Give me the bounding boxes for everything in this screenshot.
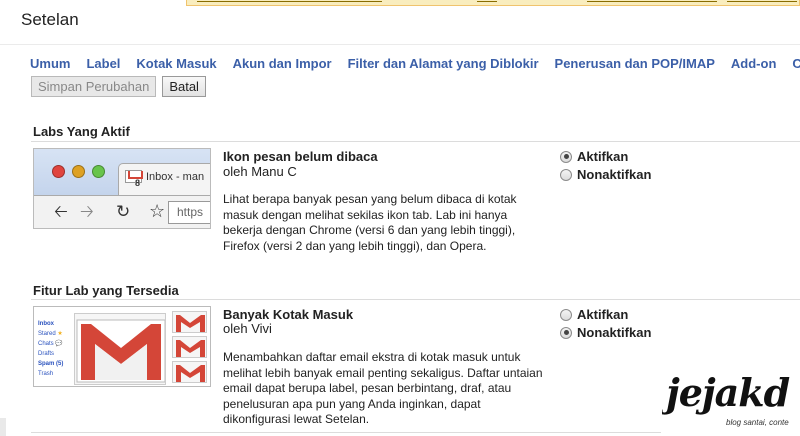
radio-button[interactable] [560, 308, 572, 321]
url-box: https [168, 201, 210, 224]
lab-title-multiple-inboxes: Banyak Kotak Masuk [223, 307, 354, 322]
tab-label[interactable]: Label [86, 56, 120, 71]
sidebar-item-trash: Trash [38, 371, 54, 377]
active-labs-heading: Labs Yang Aktif [33, 124, 130, 139]
back-arrow-icon: 🡠 [54, 202, 68, 221]
action-buttons: Simpan Perubahan Batal [31, 76, 206, 97]
browser-tab-label: Inbox - man [146, 171, 205, 183]
tab-add-on[interactable]: Add-on [731, 56, 776, 71]
reload-icon: ↻ [116, 202, 131, 221]
sidebar-item-chats: Chats 💬 [38, 341, 63, 347]
unread-count-badge: 8 [135, 178, 141, 188]
chat-bubble-icon: 💬 [55, 341, 63, 347]
gmail-small-logo-icon [172, 361, 207, 383]
tab-chat[interactable]: Ch [792, 56, 800, 71]
scroll-edge [0, 418, 6, 436]
sidebar-item-starred: Stared ★ [38, 331, 63, 337]
settings-tabs: Umum Label Kotak Masuk Akun dan Impor Fi… [30, 56, 800, 71]
save-changes-button[interactable]: Simpan Perubahan [31, 76, 157, 97]
page-title: Setelan [21, 10, 79, 29]
active-labs-divider [31, 141, 800, 142]
sidebar-item-spam: Spam (5) [38, 361, 64, 367]
gmail-logo-icon [74, 313, 166, 385]
available-labs-heading: Fitur Lab yang Tersedia [33, 283, 179, 298]
radio-disable-multiple-inboxes[interactable]: Nonaktifkan [560, 325, 651, 340]
radio-button[interactable] [560, 168, 572, 181]
tab-akun-dan-impor[interactable]: Akun dan Impor [233, 56, 332, 71]
watermark-text: jejakd [666, 372, 790, 415]
lab-author-unread-icon: oleh Manu C [223, 164, 297, 179]
radio-disable-unread-icon[interactable]: Nonaktifkan [560, 167, 651, 182]
gmail-settings-page: Setelan Umum Label Kotak Masuk Akun dan … [0, 0, 800, 436]
watermark-logo: jejakd blog santai, conte [662, 372, 800, 436]
radio-enable-multiple-inboxes[interactable]: Aktifkan [560, 307, 628, 322]
star-icon: ★ [57, 331, 63, 337]
lab-thumbnail-multiple-inboxes: Inbox Stared ★ Chats 💬 Drafts Spam (5) T… [33, 306, 211, 387]
maximize-window-icon [92, 165, 105, 178]
lab-title-unread-icon: Ikon pesan belum dibaca [223, 149, 378, 164]
forward-arrow-icon: 🡢 [80, 202, 94, 221]
tab-kotak-masuk[interactable]: Kotak Masuk [136, 56, 216, 71]
radio-button-selected[interactable] [560, 326, 572, 339]
close-window-icon [52, 165, 65, 178]
browser-tab: 8 Inbox - man [118, 163, 210, 195]
star-outline-icon: ☆ [149, 201, 166, 221]
gmail-small-logo-icon [172, 336, 207, 358]
lab-author-multiple-inboxes: oleh Vivi [223, 321, 272, 336]
bottom-divider [31, 432, 661, 433]
tab-filter-dan-alamat[interactable]: Filter dan Alamat yang Diblokir [348, 56, 539, 71]
watermark-subtitle: blog santai, conte [726, 418, 789, 427]
cancel-button[interactable]: Batal [162, 76, 206, 97]
radio-label: Aktifkan [577, 307, 629, 322]
browser-titlebar: 8 Inbox - man [34, 149, 210, 195]
minimize-window-icon [72, 165, 85, 178]
gmail-sidebar-preview: Inbox Stared ★ Chats 💬 Drafts Spam (5) T… [38, 319, 63, 379]
lab-thumbnail-unread-icon: 8 Inbox - man 🡠 🡢 ↻ ☆ https [33, 148, 211, 229]
title-divider [0, 44, 800, 45]
sidebar-item-drafts: Drafts [38, 351, 55, 357]
gmail-small-logo-icon [172, 311, 207, 333]
sidebar-item-inbox: Inbox [38, 321, 54, 327]
lab-description-multiple-inboxes: Menambahkan daftar email ekstra di kotak… [223, 350, 543, 426]
lab-description-unread-icon: Lihat berapa banyak pesan yang belum dib… [223, 192, 517, 253]
tab-umum[interactable]: Umum [30, 56, 70, 71]
radio-label: Aktifkan [577, 149, 629, 164]
radio-label: Nonaktifkan [577, 167, 652, 182]
browser-toolbar: 🡠 🡢 ↻ ☆ https [34, 195, 210, 228]
radio-label: Nonaktifkan [577, 325, 652, 340]
available-labs-divider [31, 299, 800, 300]
tab-penerusan-pop-imap[interactable]: Penerusan dan POP/IMAP [555, 56, 715, 71]
radio-enable-unread-icon[interactable]: Aktifkan [560, 149, 628, 164]
notification-bar [186, 0, 800, 6]
radio-button-selected[interactable] [560, 150, 572, 163]
